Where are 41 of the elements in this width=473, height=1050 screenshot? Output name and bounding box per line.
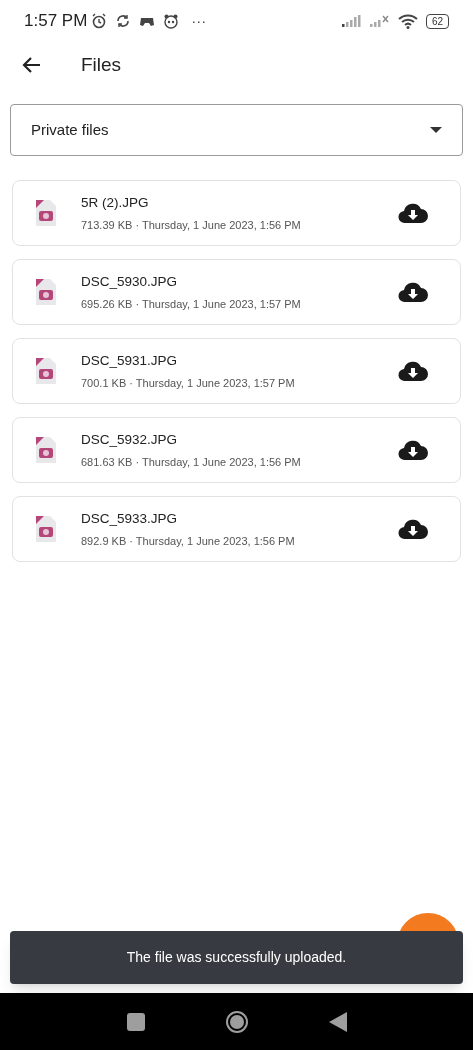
file-card[interactable]: 5R (2).JPG 713.39 KB · Thursday, 1 June 2023, 1:56 PM xyxy=(12,180,461,246)
image-file-icon xyxy=(34,198,58,228)
file-name: DSC_5930.JPG xyxy=(81,272,179,291)
image-file-icon xyxy=(34,514,58,544)
more-notifications: ··· xyxy=(191,10,207,31)
file-card[interactable]: DSC_5932.JPG 681.63 KB · Thursday, 1 June 2023, 1:56 PM xyxy=(12,417,461,483)
cloud-download-icon[interactable] xyxy=(398,518,428,540)
page-title: Files xyxy=(81,52,122,77)
file-name: DSC_5932.JPG xyxy=(81,430,179,449)
file-name: DSC_5933.JPG xyxy=(81,509,179,528)
file-card[interactable]: DSC_5933.JPG 892.9 KB · Thursday, 1 June 2023, 1:56 PM xyxy=(12,496,461,562)
file-details: 695.26 KB · Thursday, 1 June 2023, 1:57 PM xyxy=(81,296,302,312)
image-file-icon xyxy=(34,277,58,307)
folder-dropdown[interactable]: Private files xyxy=(10,104,463,156)
file-details: 892.9 KB · Thursday, 1 June 2023, 1:56 PM xyxy=(81,533,296,549)
file-details: 700.1 KB · Thursday, 1 June 2023, 1:57 PM xyxy=(81,375,296,391)
file-name: DSC_5931.JPG xyxy=(81,351,179,370)
cloud-download-icon[interactable] xyxy=(398,202,428,224)
status-time: 1:57 PM xyxy=(24,10,88,33)
battery-indicator: 62 xyxy=(425,13,449,29)
cloud-download-icon[interactable] xyxy=(398,439,428,461)
recent-apps-icon[interactable] xyxy=(126,1012,145,1031)
back-icon[interactable] xyxy=(328,1011,347,1032)
no-signal-icon xyxy=(369,15,390,27)
image-file-icon xyxy=(34,435,58,465)
sync-icon xyxy=(115,13,132,29)
cloud-download-icon[interactable] xyxy=(398,281,428,303)
signal-icon xyxy=(341,15,362,27)
file-card[interactable]: DSC_5931.JPG 700.1 KB · Thursday, 1 June 2023, 1:57 PM xyxy=(12,338,461,404)
alarm-clock-icon xyxy=(91,13,108,29)
dropdown-caret-icon xyxy=(430,127,442,133)
snackbar-message: The file was successfully uploaded. xyxy=(126,948,347,967)
image-file-icon xyxy=(34,356,58,386)
home-icon[interactable] xyxy=(224,1009,249,1034)
panda-icon xyxy=(163,13,180,29)
wifi-icon xyxy=(397,13,418,29)
file-details: 681.63 KB · Thursday, 1 June 2023, 1:56 PM xyxy=(81,454,302,470)
file-details: 713.39 KB · Thursday, 1 June 2023, 1:56 PM xyxy=(81,217,302,233)
file-card[interactable]: DSC_5930.JPG 695.26 KB · Thursday, 1 June 2023, 1:57 PM xyxy=(12,259,461,325)
file-name: 5R (2).JPG xyxy=(81,193,150,212)
cloud-download-icon[interactable] xyxy=(398,360,428,382)
